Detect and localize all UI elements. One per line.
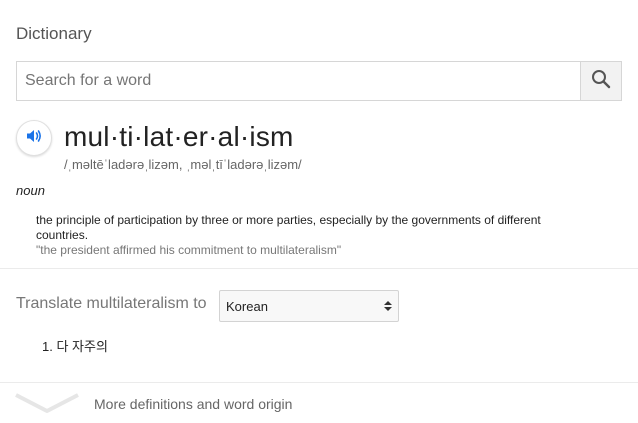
pronunciation-audio-button[interactable] <box>16 120 52 156</box>
search-input[interactable] <box>17 62 580 100</box>
language-select[interactable]: Korean <box>219 290 399 322</box>
search-icon <box>591 69 611 94</box>
phonetic-spelling: /ˌməltēˈladərəˌlizəm, ˌməlˌtīˈladərəˌliz… <box>64 157 302 172</box>
search-box <box>16 61 622 101</box>
speaker-icon <box>25 127 43 150</box>
search-button[interactable] <box>580 62 621 100</box>
language-select-value: Korean <box>226 298 268 314</box>
example-sentence: "the president affirmed his commitment t… <box>36 243 342 257</box>
dictionary-card: Dictionary mul·ti·lat·er·al·ism /ˌməltēˈ… <box>0 0 638 423</box>
divider <box>0 268 638 269</box>
translation-result: 1. 다 자주의 <box>42 339 108 354</box>
more-definitions-link[interactable]: More definitions and word origin <box>0 383 638 423</box>
chevron-down-icon <box>14 391 80 420</box>
definition-text: the principle of participation by three … <box>36 213 541 242</box>
headword: mul·ti·lat·er·al·ism <box>64 121 294 152</box>
part-of-speech: noun <box>16 183 45 198</box>
more-definitions-label: More definitions and word origin <box>94 396 293 412</box>
select-arrows-icon <box>378 301 398 311</box>
translate-label: Translate multilateralism to <box>16 295 207 312</box>
panel-title: Dictionary <box>16 24 92 43</box>
